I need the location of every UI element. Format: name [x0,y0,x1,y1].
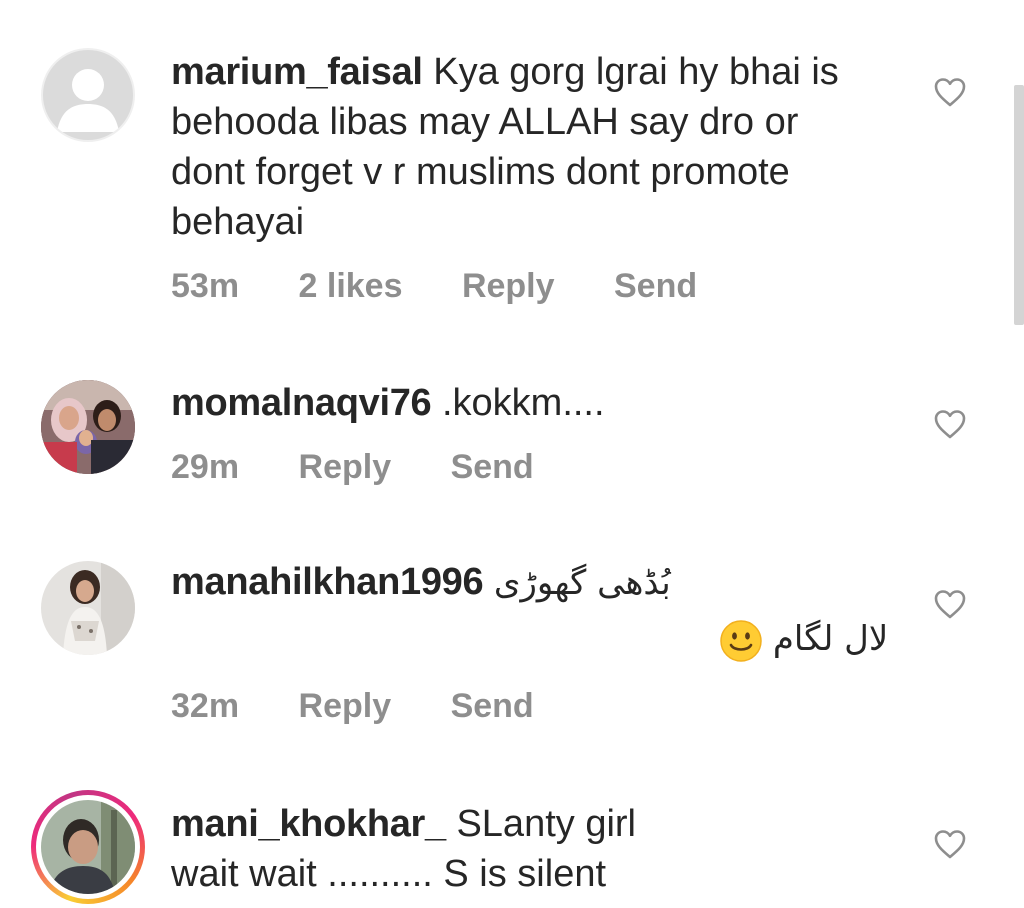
scrollbar[interactable] [1014,85,1024,325]
story-ring[interactable] [31,790,145,904]
comment-body: momalnaqvi76 .kokkm.... [171,378,911,428]
send-button[interactable]: Send [451,448,534,486]
like-heart-icon[interactable] [933,588,967,620]
avatar[interactable] [41,800,135,894]
man-portrait-icon [41,800,135,894]
comment-text-line: dont forget v r muslims dont promote [171,151,790,193]
avatar[interactable] [41,561,135,655]
comment-time: 32m [171,687,240,725]
comment-body: marium_faisal Kya gorg lgrai hy bhai is … [171,47,911,247]
reply-button[interactable]: Reply [299,687,392,725]
comment-username[interactable]: momalnaqvi76 [171,382,432,424]
comment-time: 29m [171,448,240,486]
comment-meta: 29m Reply Send [171,447,584,487]
like-heart-icon[interactable] [933,828,967,860]
comment-meta: 32m Reply Send [171,686,584,726]
family-photo-icon [41,380,135,474]
comment-text-line: SLanty girl [456,803,636,845]
comment-time: 53m [171,267,240,305]
default-avatar-icon [57,69,119,132]
likes-count[interactable]: 2 likes [299,267,403,305]
comment-text-line: Kya gorg lgrai hy bhai is [433,51,839,93]
comment-username[interactable]: mani_khokhar_ [171,803,446,845]
avatar[interactable] [41,48,135,142]
comment-text-line: wait wait .......... S is silent [171,853,607,895]
comment-body: manahilkhan1996 بُڈھی گھوڑی [171,557,911,608]
comment-text: .kokkm.... [441,382,605,424]
woman-portrait-icon [41,561,135,655]
comment-text-line: لال لگام [720,614,888,664]
reply-button[interactable]: Reply [462,267,555,305]
like-heart-icon[interactable] [933,408,967,440]
comment-text-line: behooda libas may ALLAH say dro or [171,101,799,143]
avatar[interactable] [41,380,135,474]
smiling-face-emoji-icon [720,619,762,662]
comments-screen: { "comments": [ { "username": "marium_fa… [0,0,1024,908]
comment-body: mani_khokhar_ SLanty girl wait wait ....… [171,799,911,899]
comment-text: بُڈھی گھوڑی [493,563,671,603]
comment-username[interactable]: marium_faisal [171,51,423,93]
comment-username[interactable]: manahilkhan1996 [171,561,484,603]
like-heart-icon[interactable] [933,76,967,108]
comment-text-line2: لال لگام [772,619,889,659]
send-button[interactable]: Send [451,687,534,725]
reply-button[interactable]: Reply [299,448,392,486]
comment-meta: 53m 2 likes Reply Send [171,266,747,306]
send-button[interactable]: Send [614,267,697,305]
comment-text-line: behayai [171,201,305,243]
